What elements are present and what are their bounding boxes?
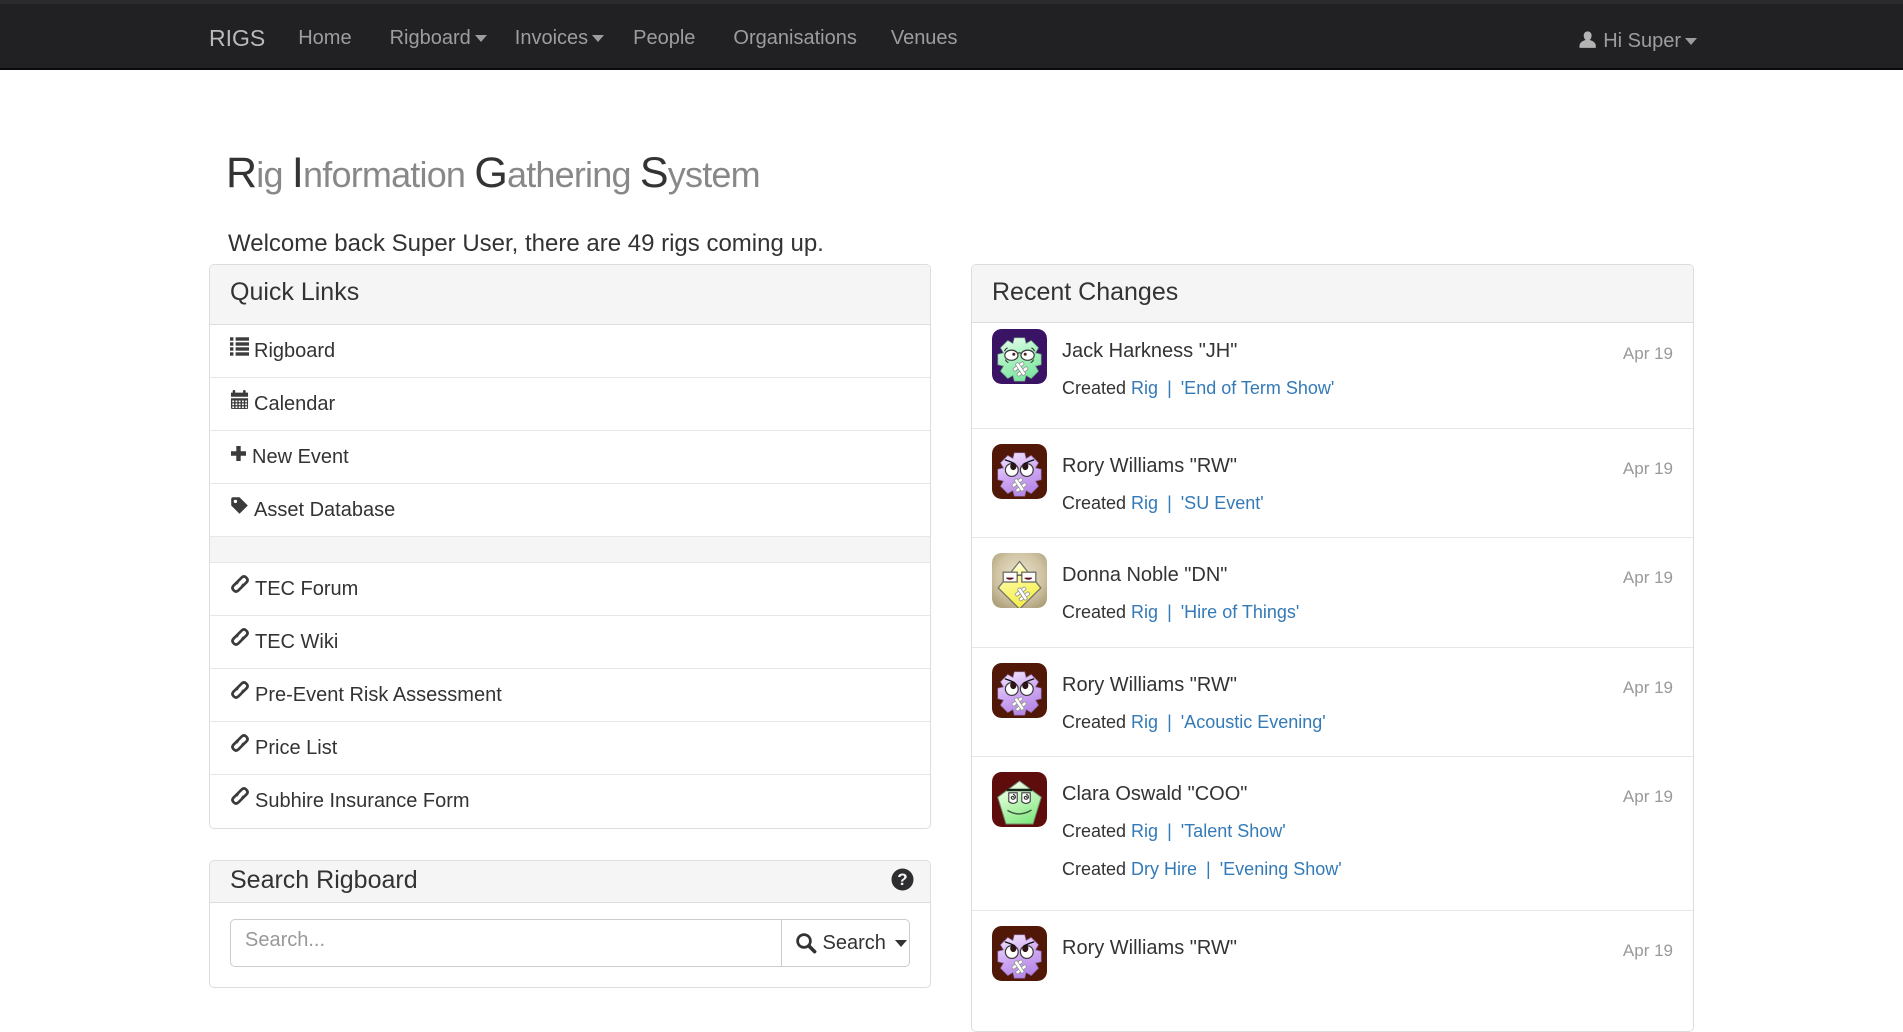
svg-text:?: ? <box>897 870 907 889</box>
